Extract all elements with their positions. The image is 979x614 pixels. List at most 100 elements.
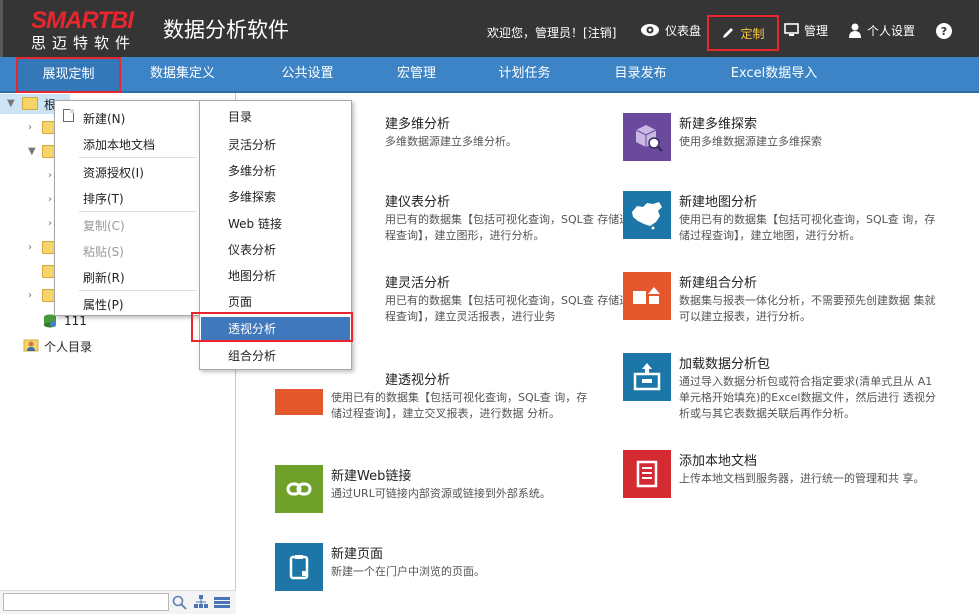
submenu-map-analysis[interactable]: 地图分析	[201, 264, 350, 288]
cube-search-icon	[623, 113, 671, 161]
user-icon	[849, 23, 861, 38]
nav-tab-macro[interactable]: 宏管理	[364, 57, 469, 91]
welcome-label: 欢迎您，管理员！[	[487, 26, 588, 40]
dashboard-button[interactable]: 仪表盘	[640, 20, 701, 40]
expand-arrow-icon[interactable]: ›	[28, 243, 38, 253]
settings-label: 个人设置	[867, 23, 916, 38]
brand-logo: SMARTBI	[31, 7, 134, 34]
menu-divider	[79, 290, 197, 291]
submenu-multidim-explore[interactable]: 多维探索	[201, 185, 350, 209]
nav-tab-dataset[interactable]: 数据集定义	[130, 57, 235, 91]
menu-divider	[79, 211, 197, 212]
card-desc: 用已有的数据集【包括可视化查询，SQL查 存储过程查询】，建立图形，进行分析。	[385, 213, 631, 242]
expand-arrow-icon[interactable]: ›	[28, 123, 38, 133]
tree-label-111: 111	[64, 314, 87, 328]
card-load-data-package[interactable]: 加载数据分析包 通过导入数据分析包或符合指定要求(清单式且从 A1单元格开始填充…	[623, 353, 943, 423]
china-map-icon	[623, 191, 671, 239]
card-new-page[interactable]: 新建页面 新建一个在门户中浏览的页面。	[275, 543, 595, 613]
card-new-combined-analysis[interactable]: 新建组合分析 数据集与报表一体化分析，不需要预先创建数据 集就可以建立报表，进行…	[623, 272, 943, 342]
nav-tab-presentation[interactable]: 展现定制	[16, 57, 121, 93]
page-icon	[275, 543, 323, 591]
logout-link[interactable]: 注销	[588, 26, 612, 40]
customize-button[interactable]: 定制	[707, 15, 779, 51]
card-desc: 使用已有的数据集【包括可视化查询，SQL查 询，存储过程查询】，建立交叉报表，进…	[331, 391, 588, 420]
nav-tab-catalog-publish[interactable]: 目录发布	[588, 57, 693, 91]
package-upload-icon	[623, 353, 671, 401]
nav-tab-public-settings[interactable]: 公共设置	[255, 57, 360, 91]
nav-tab-schedule[interactable]: 计划任务	[472, 57, 577, 91]
submenu-page[interactable]: 页面	[201, 290, 350, 314]
dashboard-label: 仪表盘	[665, 23, 702, 38]
card-desc: 数据集与报表一体化分析，不需要预先创建数据 集就可以建立报表，进行分析。	[679, 294, 936, 323]
card-desc: 使用已有的数据集【包括可视化查询，SQL查 询，存储过程查询】，建立地图，进行分…	[679, 213, 936, 242]
submenu-multidim-analysis[interactable]: 多维分析	[201, 159, 350, 183]
brand-cn: 思迈特软件	[31, 34, 137, 52]
ctx-refresh[interactable]: 刷新(R)	[83, 269, 125, 286]
card-title: 建透视分析	[385, 373, 451, 388]
personal-settings-button[interactable]: 个人设置	[848, 20, 915, 40]
folder-icon	[22, 97, 38, 110]
link-icon	[275, 465, 323, 513]
highlight-box	[191, 312, 353, 342]
tree-toolbar	[0, 590, 236, 614]
card-title: 建仪表分析	[385, 195, 451, 210]
ctx-paste[interactable]: 粘贴(S)	[83, 243, 124, 260]
submenu-combined-analysis[interactable]: 组合分析	[201, 344, 350, 368]
card-desc: 上传本地文档到服务器，进行统一的管理和共 享。	[679, 472, 925, 485]
submenu-catalog[interactable]: 目录	[201, 105, 350, 129]
card-desc: 多维数据源建立多维分析。	[385, 135, 517, 148]
card-title: 添加本地文档	[679, 454, 758, 469]
tree-search-input[interactable]	[3, 593, 169, 611]
list-view-icon[interactable]	[214, 595, 230, 609]
ctx-copy[interactable]: 复制(C)	[83, 217, 125, 234]
personal-folder-icon	[23, 339, 39, 352]
card-title: 建多维分析	[385, 117, 451, 132]
eye-icon	[641, 24, 659, 36]
card-title: 新建地图分析	[679, 195, 758, 210]
card-desc: 使用多维数据源建立多维探索	[679, 135, 822, 148]
card-title: 新建Web链接	[331, 469, 412, 484]
shapes-icon	[623, 272, 671, 320]
tree-structure-icon[interactable]	[194, 595, 208, 609]
nav-tab-excel-import[interactable]: Excel数据导入	[716, 57, 832, 91]
search-icon[interactable]	[172, 595, 187, 610]
card-new-map-analysis[interactable]: 新建地图分析 使用已有的数据集【包括可视化查询，SQL查 询，存储过程查询】，建…	[623, 191, 943, 261]
logo: SMARTBI 思迈特软件	[31, 7, 149, 53]
card-title: 加载数据分析包	[679, 357, 771, 372]
expand-arrow-icon[interactable]: ›	[28, 291, 38, 301]
welcome-text: 欢迎您，管理员！[注销]	[487, 24, 616, 41]
app-title: 数据分析软件	[163, 18, 289, 42]
help-icon[interactable]: ?	[936, 23, 952, 39]
card-new-pivot-analysis[interactable]: 建透视分析 使用已有的数据集【包括可视化查询，SQL查 询，存储过程查询】，建立…	[275, 369, 595, 439]
collapse-arrow-icon[interactable]: ▼	[7, 99, 17, 109]
card-desc: 用已有的数据集【包括可视化查询，SQL查 存储过程查询】，建立灵活报表，进行业务	[385, 294, 631, 323]
main-nav: 展现定制 数据集定义 公共设置 宏管理 计划任务 目录发布 Excel数据导入	[0, 57, 979, 93]
monitor-icon	[784, 23, 799, 36]
ctx-resource-auth[interactable]: 资源授权(I)	[83, 164, 144, 181]
manage-label: 管理	[804, 23, 829, 38]
context-menu: 新建(N) 添加本地文档 资源授权(I) 排序(T) 复制(C) 粘贴(S) 刷…	[54, 100, 200, 316]
card-new-web-link[interactable]: 新建Web链接 通过URL可链接内部资源或链接到外部系统。	[275, 465, 595, 535]
manage-button[interactable]: 管理	[784, 20, 828, 40]
card-title: 新建多维探索	[679, 117, 758, 132]
customize-label: 定制	[740, 26, 765, 41]
submenu-dashboard-analysis[interactable]: 仪表分析	[201, 238, 350, 262]
submenu-web-link[interactable]: Web 链接	[201, 212, 350, 236]
tree-label-personal: 个人目录	[44, 340, 93, 354]
welcome-end: ]	[611, 26, 617, 40]
card-desc: 通过URL可链接内部资源或链接到外部系统。	[331, 487, 551, 500]
ctx-add-local-doc[interactable]: 添加本地文档	[83, 136, 155, 153]
document-icon	[623, 450, 671, 498]
app-header: SMARTBI 思迈特软件 数据分析软件 欢迎您，管理员！[注销] 仪表盘 定制…	[0, 0, 979, 57]
card-add-local-document[interactable]: 添加本地文档 上传本地文档到服务器，进行统一的管理和共 享。	[623, 450, 943, 520]
card-desc: 通过导入数据分析包或符合指定要求(清单式且从 A1单元格开始填充)的Excel数…	[679, 375, 936, 420]
card-new-multidim-explore[interactable]: 新建多维探索 使用多维数据源建立多维探索	[623, 113, 943, 183]
menu-divider	[79, 157, 197, 158]
ctx-new[interactable]: 新建(N)	[83, 110, 125, 127]
submenu-flexible-analysis[interactable]: 灵活分析	[201, 133, 350, 157]
ctx-properties[interactable]: 属性(P)	[83, 296, 124, 313]
card-desc: 新建一个在门户中浏览的页面。	[331, 565, 485, 578]
collapse-arrow-icon[interactable]: ▼	[28, 147, 38, 157]
pencil-icon	[723, 28, 734, 38]
ctx-sort[interactable]: 排序(T)	[83, 190, 124, 207]
